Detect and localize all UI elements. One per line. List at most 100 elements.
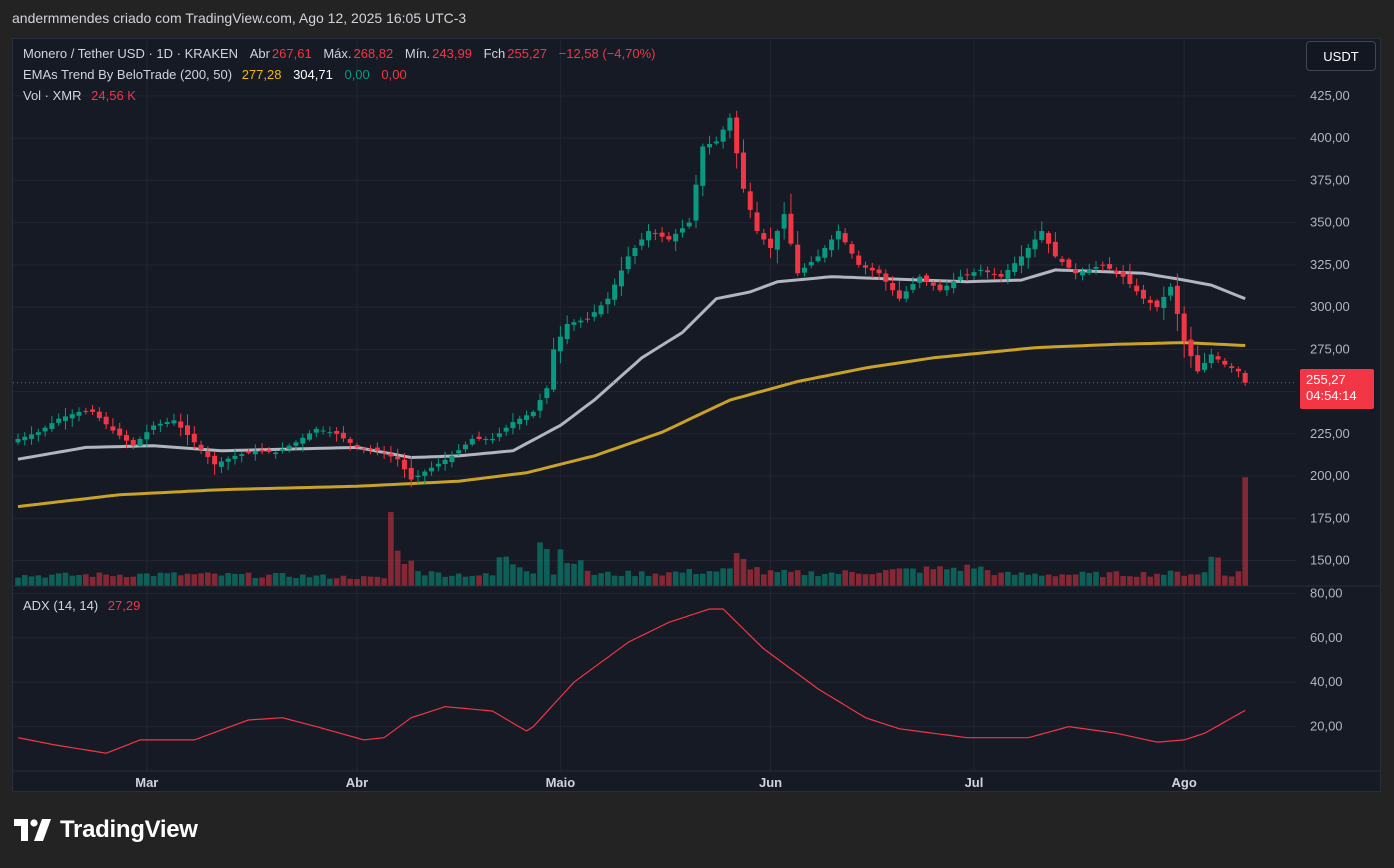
volume-bar xyxy=(727,568,733,586)
volume-bar xyxy=(110,576,116,586)
volume-bar xyxy=(1113,571,1120,586)
candle-body xyxy=(354,445,360,448)
candle-body xyxy=(591,312,597,317)
volume-bar xyxy=(537,542,543,586)
candle-body xyxy=(822,247,828,258)
candle-body xyxy=(564,324,570,340)
price-tick-label: 425,00 xyxy=(1310,88,1350,103)
volume-bar xyxy=(55,573,62,586)
candle-body xyxy=(178,421,184,428)
volume-bar xyxy=(157,572,164,586)
candle-body xyxy=(456,450,462,454)
volume-bar xyxy=(950,567,957,586)
volume-bar xyxy=(577,560,584,586)
candle-body xyxy=(1052,241,1058,257)
candle-body xyxy=(191,433,197,443)
currency-button[interactable]: USDT xyxy=(1306,41,1376,71)
candle-body xyxy=(849,244,855,254)
candle-body xyxy=(910,284,916,290)
candle-body xyxy=(266,449,272,452)
candle-body xyxy=(639,239,645,246)
candle-body xyxy=(774,231,780,250)
candle-body xyxy=(83,411,89,413)
volume-bar xyxy=(442,576,448,586)
candle-body xyxy=(90,409,96,412)
volume-bar xyxy=(76,575,82,586)
volume-bar xyxy=(1127,576,1133,586)
volume-bar xyxy=(550,574,557,586)
candle-body xyxy=(1100,264,1106,266)
volume-bar xyxy=(1093,571,1099,586)
candle-body xyxy=(164,422,170,424)
candle-body xyxy=(605,298,611,305)
volume-bar xyxy=(1208,556,1215,586)
candle-body xyxy=(449,455,455,463)
candle-body xyxy=(835,231,841,240)
volume-bar xyxy=(225,572,231,586)
candle-body xyxy=(1134,285,1140,292)
candle-body xyxy=(673,233,679,242)
legend-vol-label[interactable]: Vol · XMR xyxy=(23,88,82,103)
volume-bar xyxy=(103,574,109,586)
volume-bar xyxy=(266,574,272,586)
last-price-tag: 255,27 04:54:14 xyxy=(1300,369,1374,409)
candle-body xyxy=(618,270,624,287)
volume-bar xyxy=(388,511,394,586)
volume-bar xyxy=(245,572,252,586)
volume-bar xyxy=(720,568,726,586)
candle-body xyxy=(483,438,489,440)
legend-symbol[interactable]: Monero / Tether USD · 1D · KRAKEN xyxy=(23,46,238,61)
candle-body xyxy=(1059,258,1065,263)
ema-50-path xyxy=(17,268,1246,461)
volume-bar xyxy=(211,573,218,586)
candle-body xyxy=(1113,270,1119,273)
volume-bar xyxy=(320,574,326,586)
volume-bar xyxy=(28,576,35,586)
candle-body xyxy=(944,285,950,291)
candle-body xyxy=(924,275,930,282)
candle-body xyxy=(598,305,604,315)
time-tick-label: Abr xyxy=(346,775,368,790)
legend-adx-label[interactable]: ADX (14, 14) xyxy=(23,598,98,613)
candle-body xyxy=(517,418,523,425)
volume-bar xyxy=(672,571,679,586)
volume-bar xyxy=(35,575,42,586)
candle-body xyxy=(1066,259,1072,268)
volume-bar xyxy=(1140,571,1147,586)
candle-body xyxy=(137,438,143,446)
adx-tick-label: 40,00 xyxy=(1310,674,1343,689)
volume-bar xyxy=(557,549,564,586)
candle-body xyxy=(557,336,563,352)
volume-bar xyxy=(381,578,387,586)
candle-body xyxy=(130,439,136,446)
candle-body xyxy=(551,349,557,390)
candle-body xyxy=(754,212,760,232)
candle-body xyxy=(117,428,123,436)
volume-bar xyxy=(306,577,313,586)
volume-bar xyxy=(706,571,713,586)
volume-bar xyxy=(761,574,767,586)
candle-body xyxy=(740,152,746,189)
price-tick-label: 225,00 xyxy=(1310,426,1350,441)
volume-bar xyxy=(49,574,55,586)
volume-bar xyxy=(116,574,123,586)
volume-bar xyxy=(1242,477,1248,586)
candle-body xyxy=(435,463,441,467)
volume-bar xyxy=(855,573,862,586)
volume-bar xyxy=(1154,573,1160,586)
chart-frame[interactable]: 425,00 400,00 375,00 350,00 325,00 300,00 275,… xyxy=(12,38,1381,792)
time-tick-label: Maio xyxy=(546,775,576,790)
volume-bar xyxy=(944,569,950,586)
volume-bar xyxy=(598,573,604,586)
candle-body xyxy=(69,414,75,419)
legend-ema-name[interactable]: EMAs Trend By BeloTrade (200, 50) xyxy=(23,67,232,82)
tradingview-logo[interactable]: TradingView xyxy=(14,816,198,844)
volume-bar xyxy=(191,574,198,586)
volume-bar xyxy=(347,578,354,586)
candle-body xyxy=(29,434,35,439)
chart-canvas[interactable]: 425,00 400,00 375,00 350,00 325,00 300,00 275,… xyxy=(13,39,1381,792)
candle-body xyxy=(49,423,55,430)
volume-bar xyxy=(808,571,815,586)
candle-body xyxy=(930,282,936,286)
legend-high-value: 268,82 xyxy=(353,46,394,61)
